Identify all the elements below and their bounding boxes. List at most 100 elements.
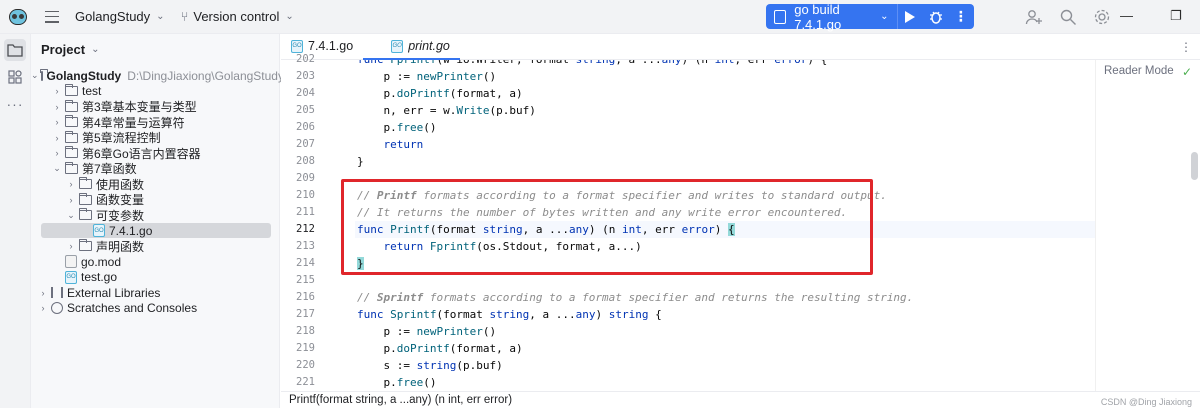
line-number: 215 xyxy=(296,274,315,286)
chevron-right-icon[interactable]: › xyxy=(51,133,63,143)
restore-icon[interactable]: ❐ xyxy=(1170,8,1182,24)
code-line[interactable]: } xyxy=(357,153,364,170)
more-tools-button[interactable]: ··· xyxy=(4,93,26,115)
debug-button[interactable] xyxy=(923,4,949,29)
run-button[interactable] xyxy=(897,4,923,29)
code-area[interactable]: func Fprintf(w io.Writer, format string,… xyxy=(355,60,1095,408)
tree-item-path: D:\DingJiaxiong\GolangStudy xyxy=(127,68,284,83)
run-configuration-widget[interactable]: go build 7.4.1.go ⌄ ⋮ xyxy=(766,1,974,32)
chevron-down-icon: ⌄ xyxy=(880,11,889,22)
minimize-icon[interactable]: — xyxy=(1120,8,1133,23)
code-line[interactable]: p.doPrintf(format, a) xyxy=(357,340,522,357)
chevron-down-icon: ⌄ xyxy=(156,11,165,22)
chevron-right-icon[interactable]: › xyxy=(51,102,63,112)
tab-7-4-1-go[interactable]: GO 7.4.1.go xyxy=(281,33,363,59)
chevron-right-icon[interactable]: › xyxy=(51,148,63,158)
code-line[interactable]: // Sprintf formats according to a format… xyxy=(357,289,913,306)
tree-item[interactable]: GO test.go xyxy=(31,270,280,285)
tree-item-label: 第3章基本变量与类型 xyxy=(82,100,197,114)
chevron-right-icon[interactable]: › xyxy=(51,117,63,127)
check-icon: ✓ xyxy=(1182,65,1193,79)
folder-icon xyxy=(7,44,23,57)
project-tool-button[interactable] xyxy=(4,39,26,61)
go-file-icon: GO xyxy=(391,39,404,53)
tree-item-label: External Libraries xyxy=(67,285,161,300)
chevron-down-icon: ⌄ xyxy=(91,43,100,55)
library-icon xyxy=(51,287,63,298)
tree-item[interactable]: GO 7.4.1.go xyxy=(41,223,271,238)
tree-item[interactable]: ⌄ 第7章函数 xyxy=(31,161,280,176)
code-line[interactable]: s := string(p.buf) xyxy=(357,357,502,374)
more-icon: ⋮ xyxy=(953,8,969,24)
reader-mode-toggle[interactable]: Reader Mode xyxy=(1104,65,1174,77)
line-number: 207 xyxy=(296,138,315,150)
tree-item[interactable]: › 声明函数 xyxy=(31,239,280,254)
signature-hint: Printf(format string, a ...any) (n int, … xyxy=(289,394,513,406)
chevron-down-icon[interactable]: ⌄ xyxy=(51,163,63,174)
watermark: CSDN @Ding Jiaxiong xyxy=(1100,397,1192,407)
tree-item[interactable]: go.mod xyxy=(31,254,280,269)
line-number: 216 xyxy=(296,291,315,303)
run-config-label: go build 7.4.1.go xyxy=(794,1,842,32)
code-line[interactable]: p.free() xyxy=(357,374,436,391)
tree-item[interactable]: › External Libraries xyxy=(31,285,280,300)
tree-item[interactable]: › 第3章基本变量与类型 xyxy=(31,99,280,114)
chevron-down-icon[interactable]: ⌄ xyxy=(31,70,39,81)
tree-item-label: 函数变量 xyxy=(96,193,145,207)
tree-item[interactable]: › 使用函数 xyxy=(31,177,280,192)
code-line[interactable]: n, err = w.Write(p.buf) xyxy=(357,102,535,119)
code-line[interactable]: return Fprintf(os.Stdout, format, a...) xyxy=(357,238,642,255)
more-icon[interactable]: ⋮ xyxy=(1180,40,1192,54)
chevron-right-icon[interactable]: › xyxy=(65,195,77,205)
tree-item[interactable]: › 第6章Go语言内置容器 xyxy=(31,146,280,161)
chevron-right-icon[interactable]: › xyxy=(65,241,77,251)
gopher-logo-icon[interactable] xyxy=(9,8,27,26)
tab-print-go[interactable]: GO print.go xyxy=(363,33,460,60)
folder-icon xyxy=(40,68,49,81)
chevron-right-icon[interactable]: › xyxy=(37,288,49,298)
chevron-down-icon[interactable]: ⌄ xyxy=(65,210,77,221)
tree-item[interactable]: › Scratches and Consoles xyxy=(31,301,280,316)
code-line[interactable]: p.doPrintf(format, a) xyxy=(357,85,522,102)
tree-item[interactable]: › 第4章常量与运算符 xyxy=(31,115,280,130)
code-line[interactable]: p.free() xyxy=(357,119,436,136)
chevron-right-icon[interactable]: › xyxy=(37,303,49,313)
line-number-gutter: 202 203 204 205 206 207 208 209 210 211 212 213 214 2… xyxy=(281,53,355,408)
tree-item[interactable]: › 第5章流程控制 xyxy=(31,130,280,145)
project-panel-header[interactable]: Project ⌄ xyxy=(31,34,279,64)
vcs-label: Version control xyxy=(193,9,280,24)
vertical-scrollbar[interactable] xyxy=(1191,152,1198,180)
tree-item[interactable]: › 函数变量 xyxy=(31,192,280,207)
search-icon[interactable] xyxy=(1058,7,1078,27)
folder-icon xyxy=(78,239,92,251)
folder-icon xyxy=(64,130,78,143)
line-number: 213 xyxy=(296,240,315,252)
tree-item[interactable]: ⌄ 可变参数 xyxy=(31,208,280,223)
code-line[interactable]: return xyxy=(357,136,424,153)
chevron-right-icon[interactable]: › xyxy=(65,179,77,189)
code-line[interactable]: func Fprintf(w io.Writer, format string,… xyxy=(357,60,827,68)
add-user-icon[interactable] xyxy=(1024,7,1044,27)
tab-label: print.go xyxy=(408,39,450,53)
code-line[interactable]: func Sprintf(format string, a ...any) st… xyxy=(357,306,662,323)
code-line[interactable]: p := newPrinter() xyxy=(357,68,496,85)
project-switcher[interactable]: GolangStudy ⌄ xyxy=(75,9,165,24)
tree-item-label: 第5章流程控制 xyxy=(82,131,161,145)
go-file-icon: GO xyxy=(93,224,105,237)
tree-item[interactable]: ⌄ GolangStudy D:\DingJiaxiong\GolangStudy xyxy=(31,68,284,83)
tree-item[interactable]: › test xyxy=(31,84,280,99)
vcs-widget[interactable]: ⑂ Version control ⌄ xyxy=(165,9,294,24)
code-line[interactable]: // Printf formats according to a format … xyxy=(357,187,887,204)
main-menu-icon[interactable] xyxy=(45,10,59,23)
line-number: 219 xyxy=(296,342,315,354)
code-line[interactable]: // It returns the number of bytes writte… xyxy=(357,204,847,221)
gear-icon[interactable] xyxy=(1092,7,1112,27)
code-line[interactable]: func Printf(format string, a ...any) (n … xyxy=(355,221,1095,238)
structure-tool-button[interactable] xyxy=(4,66,26,88)
folder-icon xyxy=(64,161,78,174)
chevron-right-icon[interactable]: › xyxy=(51,86,63,96)
code-line[interactable]: p := newPrinter() xyxy=(357,323,496,340)
more-actions-button[interactable]: ⋮ xyxy=(948,4,974,29)
code-line[interactable]: } xyxy=(357,255,364,272)
project-panel-title: Project xyxy=(41,41,86,57)
